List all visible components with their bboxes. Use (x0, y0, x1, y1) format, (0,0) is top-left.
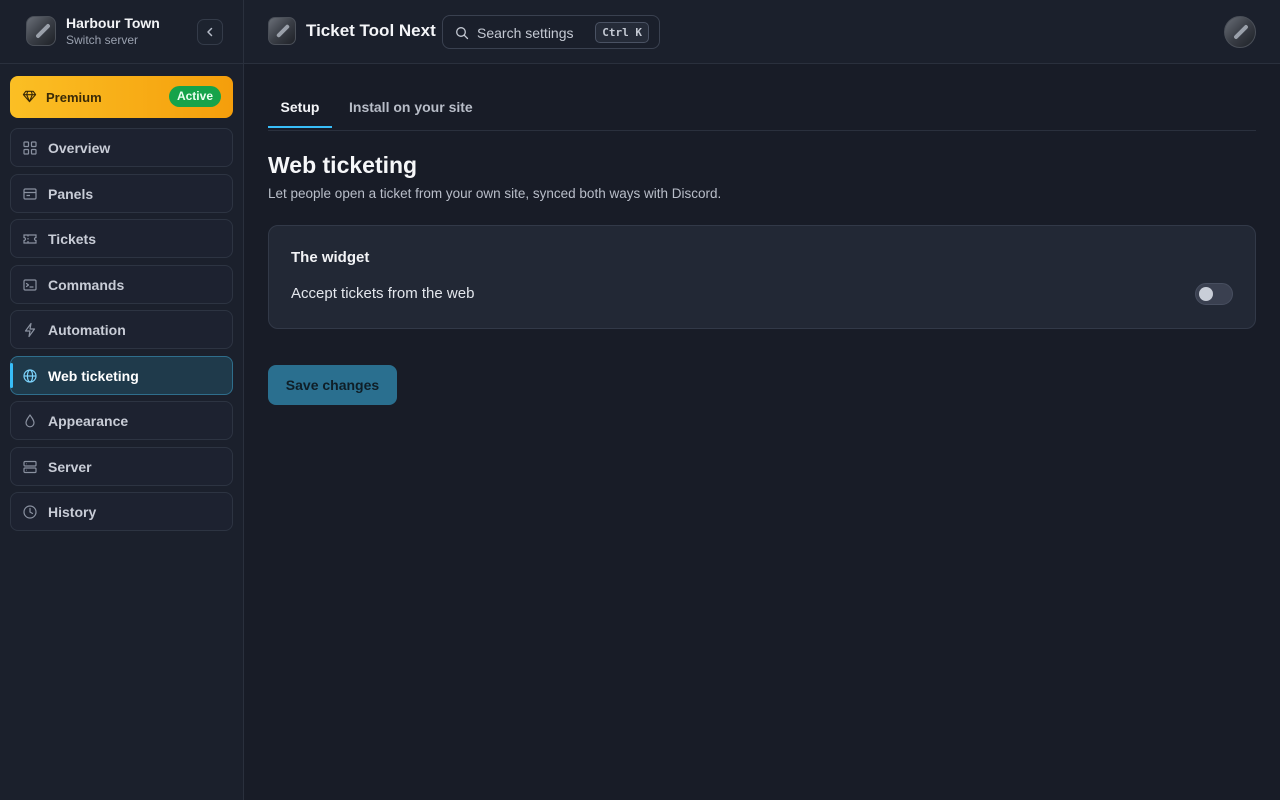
premium-status-badge: Active (168, 86, 221, 107)
droplet-icon (25, 414, 35, 428)
sidebar-item-panels[interactable]: Panels (10, 173, 233, 213)
page-description: Let people open a ticket from your own s… (268, 186, 722, 201)
sidebar-item-label: History (48, 504, 97, 520)
accept-tickets-label: Accept tickets from the web (291, 285, 475, 302)
search-settings-input[interactable]: Search settings Ctrl K (442, 15, 660, 49)
sidebar-item-label: Server (48, 458, 92, 475)
sidebar-nav: Premium Active Overview Panels Tickets C… (10, 76, 233, 538)
save-changes-button[interactable]: Save changes (268, 365, 397, 405)
ticket-icon (23, 234, 37, 244)
search-placeholder: Search settings (477, 25, 574, 41)
grid-icon (23, 141, 37, 155)
sidebar-item-label: Commands (48, 276, 125, 293)
sidebar-item-web-ticketing[interactable]: Web ticketing (10, 355, 233, 395)
top-bar: Ticket Tool Next Search settings Ctrl K (244, 0, 1280, 64)
toggle-knob (1199, 287, 1213, 301)
accept-tickets-toggle[interactable] (1195, 283, 1233, 305)
switch-server-label: Switch server (66, 33, 139, 47)
app-logo (268, 17, 296, 45)
sidebar-item-label: Panels (48, 185, 94, 202)
keyboard-shortcut: Ctrl K (595, 22, 649, 43)
card-title: The widget (291, 249, 370, 266)
server-avatar (26, 16, 56, 46)
sidebar-item-label: Web ticketing (48, 367, 139, 384)
sidebar-item-tickets[interactable]: Tickets (10, 219, 233, 258)
sidebar-item-label: Automation (48, 322, 126, 338)
sidebar: Harbour Town Switch server Premium Activ… (0, 0, 244, 800)
premium-item[interactable]: Premium Active (10, 76, 233, 118)
tab-bar: Setup Install on your site (268, 88, 1256, 131)
user-avatar[interactable] (1224, 16, 1256, 48)
sidebar-item-label: Overview (48, 140, 111, 156)
app-title: Ticket Tool Next (306, 21, 436, 40)
diamond-icon (22, 90, 37, 103)
collapse-sidebar-button[interactable] (197, 19, 223, 45)
terminal-icon (23, 278, 37, 291)
tab-setup[interactable]: Setup (268, 88, 332, 128)
sidebar-item-overview[interactable]: Overview (10, 128, 233, 167)
sidebar-item-appearance[interactable]: Appearance (10, 401, 233, 440)
tab-install-on-your-site[interactable]: Install on your site (349, 88, 473, 128)
server-switcher[interactable]: Harbour Town Switch server (0, 0, 243, 64)
sidebar-item-server[interactable]: Server (10, 446, 233, 486)
premium-label: Premium (46, 90, 102, 105)
sidebar-item-automation[interactable]: Automation (10, 310, 233, 349)
panel-icon (23, 187, 37, 200)
bolt-icon (24, 322, 36, 338)
page-title: Web ticketing (268, 152, 418, 178)
chevron-left-icon (207, 27, 213, 37)
sidebar-item-commands[interactable]: Commands (10, 264, 233, 304)
server-name: Harbour Town (66, 15, 160, 31)
server-icon (23, 460, 37, 473)
widget-card: The widget Accept tickets from the web (268, 225, 1256, 329)
globe-icon (23, 368, 37, 383)
sidebar-item-history[interactable]: History (10, 492, 233, 531)
sidebar-item-label: Tickets (48, 231, 96, 247)
search-icon (456, 27, 469, 40)
sidebar-item-label: Appearance (48, 413, 129, 429)
clock-icon (23, 505, 37, 519)
